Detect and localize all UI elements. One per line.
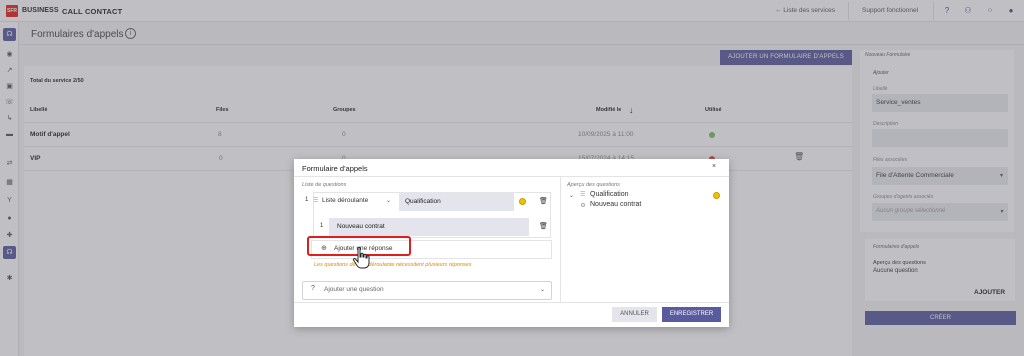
preview-label: Aperçu des questions xyxy=(567,182,620,188)
modal-title: Formulaire d'appels xyxy=(302,164,368,173)
trash-icon[interactable]: 🗑 xyxy=(539,197,548,205)
modal-footer-divider xyxy=(294,302,729,303)
required-icon xyxy=(713,192,720,199)
validation-warning: Les questions de liste déroulante nécess… xyxy=(314,262,472,268)
chevron-down-icon[interactable]: ⌄ xyxy=(540,286,545,293)
trash-icon[interactable]: 🗑 xyxy=(539,222,548,230)
add-question-label[interactable]: Ajouter une question xyxy=(324,286,384,293)
question-label-input[interactable]: Qualification xyxy=(399,193,514,211)
required-icon[interactable] xyxy=(519,198,526,205)
modal-column-divider xyxy=(560,177,561,302)
save-button[interactable]: ENREGISTRER xyxy=(662,307,721,322)
question-number: 1 xyxy=(305,197,309,203)
question-type-select[interactable]: Liste déroulante xyxy=(322,197,368,204)
chevron-down-icon[interactable]: ⌄ xyxy=(569,192,574,199)
questions-list-label: Liste de questions xyxy=(302,182,347,188)
cancel-button[interactable]: ANNULER xyxy=(612,307,657,322)
chevron-down-icon[interactable]: ⌄ xyxy=(386,197,391,204)
preview-response: Nouveau contrat xyxy=(590,201,642,208)
hand-cursor-icon xyxy=(352,246,370,269)
response-input[interactable]: Nouveau contrat xyxy=(329,218,529,236)
preview-question[interactable]: Qualification xyxy=(590,191,629,198)
dropdown-list-icon: ☰ xyxy=(313,198,319,204)
radio-icon xyxy=(581,203,585,207)
dropdown-list-icon: ☰ xyxy=(580,192,586,198)
question-circle-icon: ? xyxy=(311,285,315,292)
close-icon[interactable]: × xyxy=(712,163,716,170)
modal-divider xyxy=(294,176,729,177)
response-number: 1 xyxy=(320,223,324,229)
